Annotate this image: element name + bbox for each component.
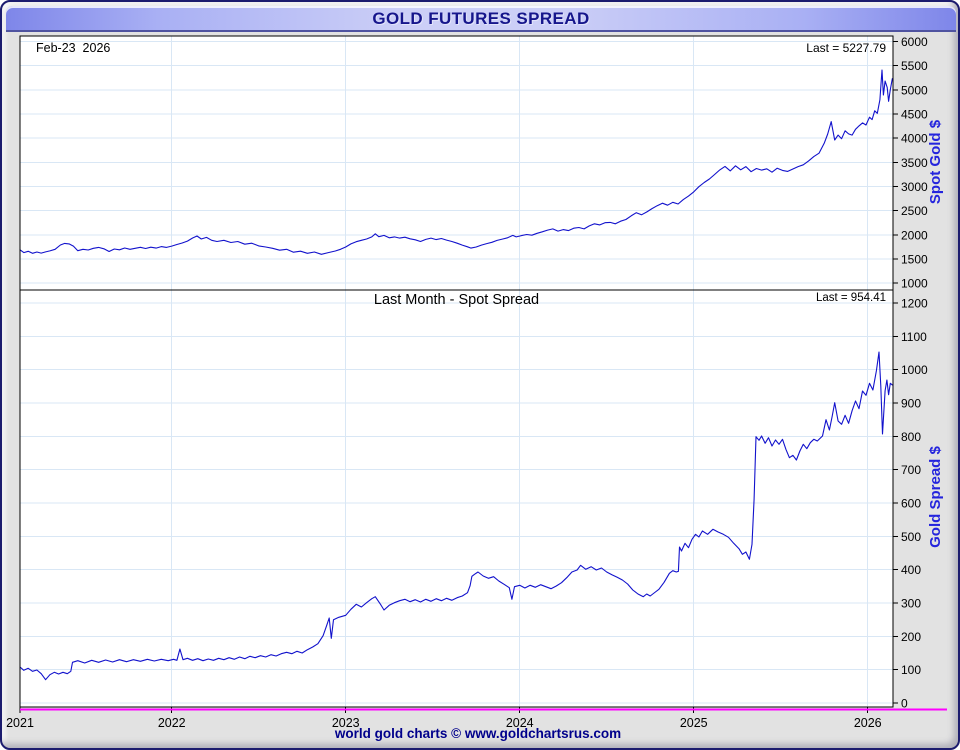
y-tick-label: 5500	[901, 59, 928, 73]
y-tick-label: 2500	[901, 204, 928, 218]
y-tick-label: 600	[901, 497, 921, 511]
y-tick-label: 500	[901, 530, 921, 544]
plot-background	[20, 36, 893, 707]
y-tick-label: 1000	[901, 277, 928, 291]
y-tick-label: 800	[901, 430, 921, 444]
y-tick-label: 3000	[901, 180, 928, 194]
y-tick-label: 1000	[901, 363, 928, 377]
y-tick-label: 4000	[901, 132, 928, 146]
y-tick-label: 1200	[901, 297, 928, 311]
y-tick-label: 5000	[901, 83, 928, 97]
y-tick-label: 0	[901, 697, 908, 711]
y-tick-label: 4500	[901, 107, 928, 121]
y-tick-label: 200	[901, 630, 921, 644]
y-tick-label: 300	[901, 597, 921, 611]
spot-gold-axis-title: Spot Gold $	[927, 119, 944, 205]
footer-credit: world gold charts © www.goldchartsrus.co…	[334, 726, 622, 741]
y-tick-label: 900	[901, 397, 921, 411]
chart-canvas: 2021 2022 2023 2024 2025 20266000550050004500…	[6, 35, 947, 730]
spot-gold-last-value: Last = 5227.79	[806, 41, 886, 55]
y-tick-label: 3500	[901, 156, 928, 170]
y-tick-label: 1500	[901, 253, 928, 267]
spread-panel-title: Last Month - Spot Spread	[373, 292, 540, 308]
spread-last-value: Last = 954.41	[815, 292, 886, 304]
y-tick-label: 6000	[901, 35, 928, 49]
chart-date-label: Feb-23 2026	[36, 41, 111, 55]
y-tick-label: 1100	[901, 330, 927, 344]
spread-axis-title: Gold Spread $	[927, 446, 944, 548]
application-window: GOLD FUTURES SPREAD 2021 2022 2023 2024 2025…	[0, 0, 960, 750]
y-tick-label: 700	[901, 463, 921, 477]
y-tick-label: 100	[901, 663, 921, 677]
y-tick-label: 400	[901, 563, 921, 577]
y-tick-label: 2000	[901, 228, 928, 242]
